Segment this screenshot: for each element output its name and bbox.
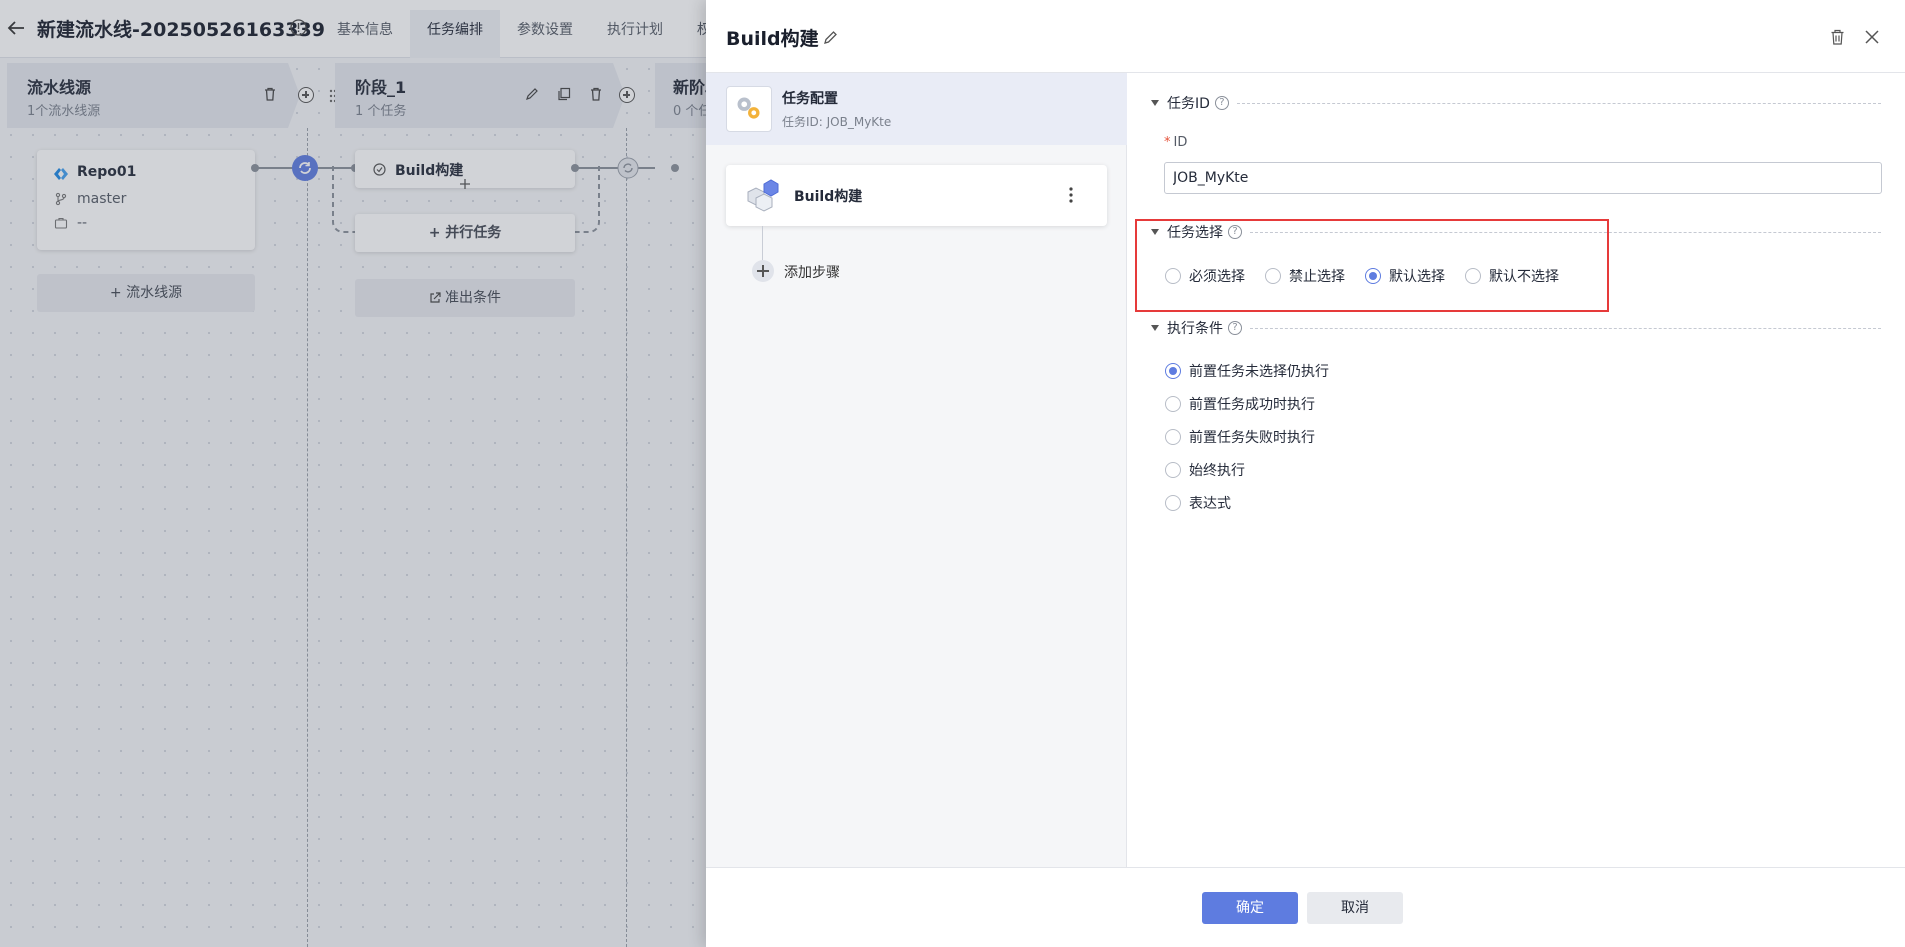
radio-label: 前置任务未选择仍执行 — [1189, 364, 1329, 380]
section-task-id[interactable]: 任务ID ? — [1151, 93, 1881, 113]
screen: 新建流水线-20250526163339 基本信息 任务编排 参数设置 执行计划… — [0, 0, 1905, 947]
build-cubes-icon — [747, 179, 779, 212]
section-exec-condition[interactable]: 执行条件 ? — [1151, 318, 1881, 338]
radio-circle[interactable] — [1165, 429, 1181, 445]
id-input[interactable] — [1164, 162, 1882, 194]
radio-label: 前置任务失败时执行 — [1189, 430, 1315, 446]
id-label: ID — [1173, 135, 1188, 150]
section-divider — [1250, 327, 1881, 329]
help-icon[interactable]: ? — [1228, 321, 1242, 335]
task-config-id: 任务ID: JOB_MyKte — [782, 115, 892, 129]
radio-label: 前置任务成功时执行 — [1189, 397, 1315, 413]
radio-label: 始终执行 — [1189, 463, 1245, 479]
cancel-button[interactable]: 取消 — [1307, 892, 1403, 924]
radio-circle[interactable] — [1165, 462, 1181, 478]
section-divider — [1236, 102, 1881, 104]
id-field-label: * ID — [1164, 135, 1187, 150]
close-icon[interactable] — [1863, 28, 1881, 46]
task-config-title: 任务配置 — [782, 91, 838, 107]
add-step-icon[interactable] — [752, 260, 774, 282]
task-config-item[interactable]: 任务配置 任务ID: JOB_MyKte — [706, 73, 1127, 145]
required-asterisk: * — [1164, 135, 1171, 150]
drawer-title: Build构建 — [726, 28, 819, 50]
radio-circle[interactable] — [1165, 495, 1181, 511]
radio-cond-expression[interactable]: 表达式 — [1165, 493, 1231, 513]
radio-cond-unselected-run[interactable]: 前置任务未选择仍执行 — [1165, 361, 1329, 381]
caret-down-icon — [1151, 325, 1159, 331]
step-card[interactable]: Build构建 — [726, 165, 1107, 226]
add-step-label[interactable]: 添加步骤 — [784, 262, 840, 282]
drawer-step-panel: 任务配置 任务ID: JOB_MyKte Build构建 添加步骤 — [706, 73, 1127, 867]
caret-down-icon — [1151, 100, 1159, 106]
radio-circle[interactable] — [1165, 396, 1181, 412]
radio-cond-always[interactable]: 始终执行 — [1165, 460, 1245, 480]
radio-cond-on-failure[interactable]: 前置任务失败时执行 — [1165, 427, 1315, 447]
drawer-form: 任务ID ? *ID 任务选择 ? 必须选择 禁止选择 默认选择 默认不选择 执… — [1127, 73, 1905, 867]
trash-icon[interactable] — [1829, 28, 1846, 46]
task-config-drawer: Build构建 任务配置 任务ID: JOB_MyKte Build构建 添加步… — [706, 0, 1905, 947]
radio-cond-on-success[interactable]: 前置任务成功时执行 — [1165, 394, 1315, 414]
section-exec-condition-title: 执行条件 — [1167, 321, 1223, 337]
help-icon[interactable]: ? — [1214, 96, 1229, 110]
gear-config-icon — [726, 86, 772, 132]
more-options-icon[interactable] — [1066, 185, 1076, 205]
confirm-button[interactable]: 确定 — [1202, 892, 1298, 924]
drawer-header: Build构建 — [706, 0, 1905, 73]
radio-circle-checked[interactable] — [1165, 363, 1181, 379]
step-label: Build构建 — [794, 189, 863, 205]
section-task-id-title: 任务ID — [1167, 96, 1210, 112]
drawer-footer: 确定 取消 — [706, 867, 1905, 947]
annotation-highlight-box — [1135, 219, 1609, 312]
radio-label: 表达式 — [1189, 496, 1231, 512]
edit-icon[interactable] — [822, 29, 839, 46]
